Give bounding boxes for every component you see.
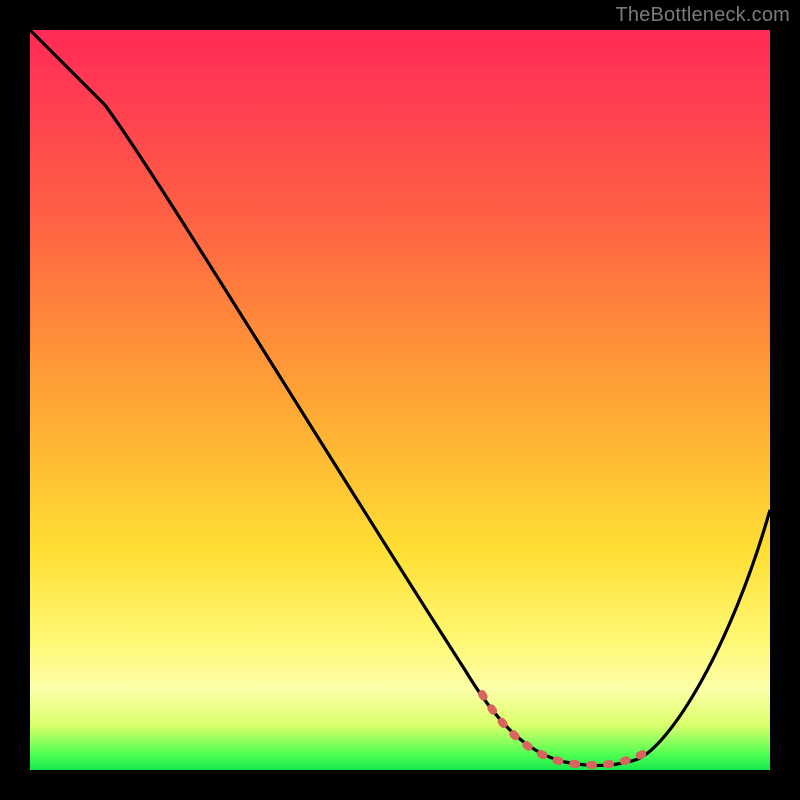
optimal-zone-dots bbox=[482, 694, 650, 765]
curve-path bbox=[30, 30, 770, 765]
bottleneck-curve bbox=[30, 30, 770, 770]
attribution-label: TheBottleneck.com bbox=[615, 4, 790, 27]
chart-plot-area bbox=[30, 30, 770, 770]
chart-frame: TheBottleneck.com bbox=[0, 0, 800, 800]
